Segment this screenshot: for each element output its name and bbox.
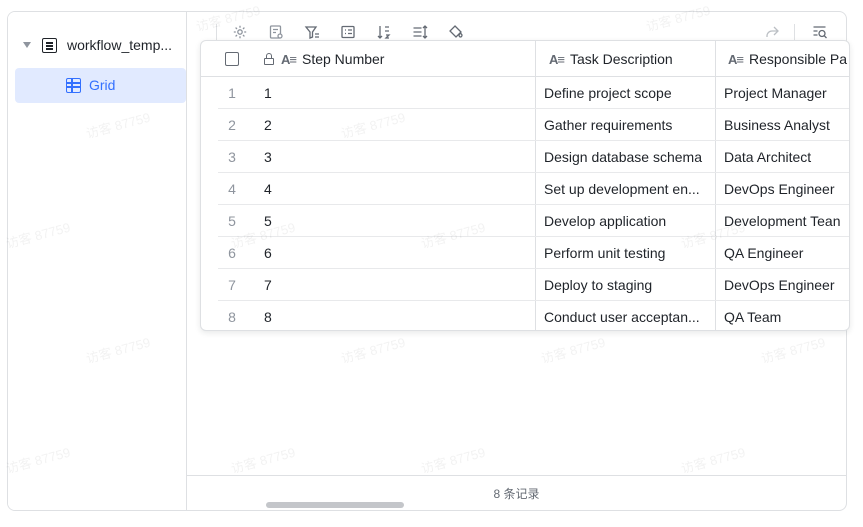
text-field-icon: A≡ xyxy=(281,51,297,67)
row-number: 4 xyxy=(228,181,236,197)
toolbar-divider xyxy=(794,24,795,40)
cell-step-number[interactable]: 1 xyxy=(264,77,529,109)
view-label: Grid xyxy=(89,77,116,93)
record-count: 8 条记录 xyxy=(493,487,540,501)
cell-task-description[interactable]: Define project scope xyxy=(544,77,709,109)
grid-view-icon xyxy=(66,78,81,93)
horizontal-scrollbar[interactable] xyxy=(266,502,404,508)
table-row[interactable]: 3 3 Design database schema Data Architec… xyxy=(201,141,849,173)
table-row[interactable]: 8 8 Conduct user acceptan... QA Team xyxy=(201,301,849,330)
column-header-task-description[interactable]: A≡ Task Description xyxy=(543,41,713,77)
cell-task-description[interactable]: Deploy to staging xyxy=(544,269,709,301)
row-number: 1 xyxy=(228,85,236,101)
settings-icon[interactable] xyxy=(232,24,248,40)
text-field-icon: A≡ xyxy=(728,51,744,67)
row-number: 5 xyxy=(228,213,236,229)
column-label: Responsible Pa xyxy=(748,51,848,67)
cell-task-description[interactable]: Conduct user acceptan... xyxy=(544,301,709,330)
table-name: workflow_temp... xyxy=(67,37,173,53)
cell-task-description[interactable]: Gather requirements xyxy=(544,109,709,141)
sidebar: workflow_temp... Grid xyxy=(8,12,187,510)
fill-color-icon[interactable] xyxy=(448,24,464,40)
cell-step-number[interactable]: 6 xyxy=(264,237,529,269)
data-grid: A≡ Step Number A≡ Task Description A≡ Re… xyxy=(200,40,850,331)
form-icon[interactable] xyxy=(268,24,284,40)
sort-icon[interactable] xyxy=(376,24,392,40)
cell-responsible-party[interactable]: DevOps Engineer xyxy=(724,173,849,205)
cell-responsible-party[interactable]: Project Manager xyxy=(724,77,849,109)
cell-step-number[interactable]: 5 xyxy=(264,205,529,237)
table-row[interactable]: 1 1 Define project scope Project Manager xyxy=(201,77,849,109)
column-label: Task Description xyxy=(569,51,673,67)
cell-task-description[interactable]: Design database schema xyxy=(544,141,709,173)
cell-responsible-party[interactable]: QA Team xyxy=(724,301,849,330)
row-number: 2 xyxy=(228,117,236,133)
cell-responsible-party[interactable]: Data Architect xyxy=(724,141,849,173)
cell-task-description[interactable]: Develop application xyxy=(544,205,709,237)
cell-task-description[interactable]: Perform unit testing xyxy=(544,237,709,269)
table-row[interactable]: 6 6 Perform unit testing QA Engineer xyxy=(201,237,849,269)
sidebar-item-grid-view[interactable]: Grid xyxy=(15,68,186,103)
table-row[interactable]: 5 5 Develop application Development Tean xyxy=(201,205,849,237)
table-icon xyxy=(42,38,57,53)
grid-header: A≡ Step Number A≡ Task Description A≡ Re… xyxy=(201,41,849,77)
cell-responsible-party[interactable]: Development Tean xyxy=(724,205,849,237)
cell-responsible-party[interactable]: QA Engineer xyxy=(724,237,849,269)
column-header-responsible-party[interactable]: A≡ Responsible Pa xyxy=(722,41,849,77)
caret-down-icon[interactable] xyxy=(23,42,31,48)
cell-step-number[interactable]: 3 xyxy=(264,141,529,173)
table-row[interactable]: 7 7 Deploy to staging DevOps Engineer xyxy=(201,269,849,301)
text-field-icon: A≡ xyxy=(549,51,565,67)
share-icon[interactable] xyxy=(764,24,780,40)
column-label: Step Number xyxy=(301,51,385,67)
group-icon[interactable] xyxy=(340,24,356,40)
search-icon[interactable] xyxy=(812,24,828,40)
cell-step-number[interactable]: 8 xyxy=(264,301,529,330)
table-tree-node[interactable]: workflow_temp... xyxy=(8,34,187,58)
cell-responsible-party[interactable]: DevOps Engineer xyxy=(724,269,849,301)
table-row[interactable]: 4 4 Set up development en... DevOps Engi… xyxy=(201,173,849,205)
toolbar-divider xyxy=(216,24,217,40)
column-header-step-number[interactable]: A≡ Step Number xyxy=(264,41,534,77)
lock-icon xyxy=(264,53,274,65)
row-number: 3 xyxy=(228,149,236,165)
cell-step-number[interactable]: 4 xyxy=(264,173,529,205)
cell-step-number[interactable]: 2 xyxy=(264,109,529,141)
row-number: 6 xyxy=(228,245,236,261)
filter-icon[interactable] xyxy=(304,24,320,40)
row-height-icon[interactable] xyxy=(412,24,428,40)
cell-task-description[interactable]: Set up development en... xyxy=(544,173,709,205)
table-row[interactable]: 2 2 Gather requirements Business Analyst xyxy=(201,109,849,141)
grid-footer: 8 条记录 xyxy=(187,475,846,511)
row-number: 7 xyxy=(228,277,236,293)
cell-step-number[interactable]: 7 xyxy=(264,269,529,301)
cell-responsible-party[interactable]: Business Analyst xyxy=(724,109,849,141)
select-all-checkbox[interactable] xyxy=(225,52,239,66)
row-number: 8 xyxy=(228,309,236,325)
